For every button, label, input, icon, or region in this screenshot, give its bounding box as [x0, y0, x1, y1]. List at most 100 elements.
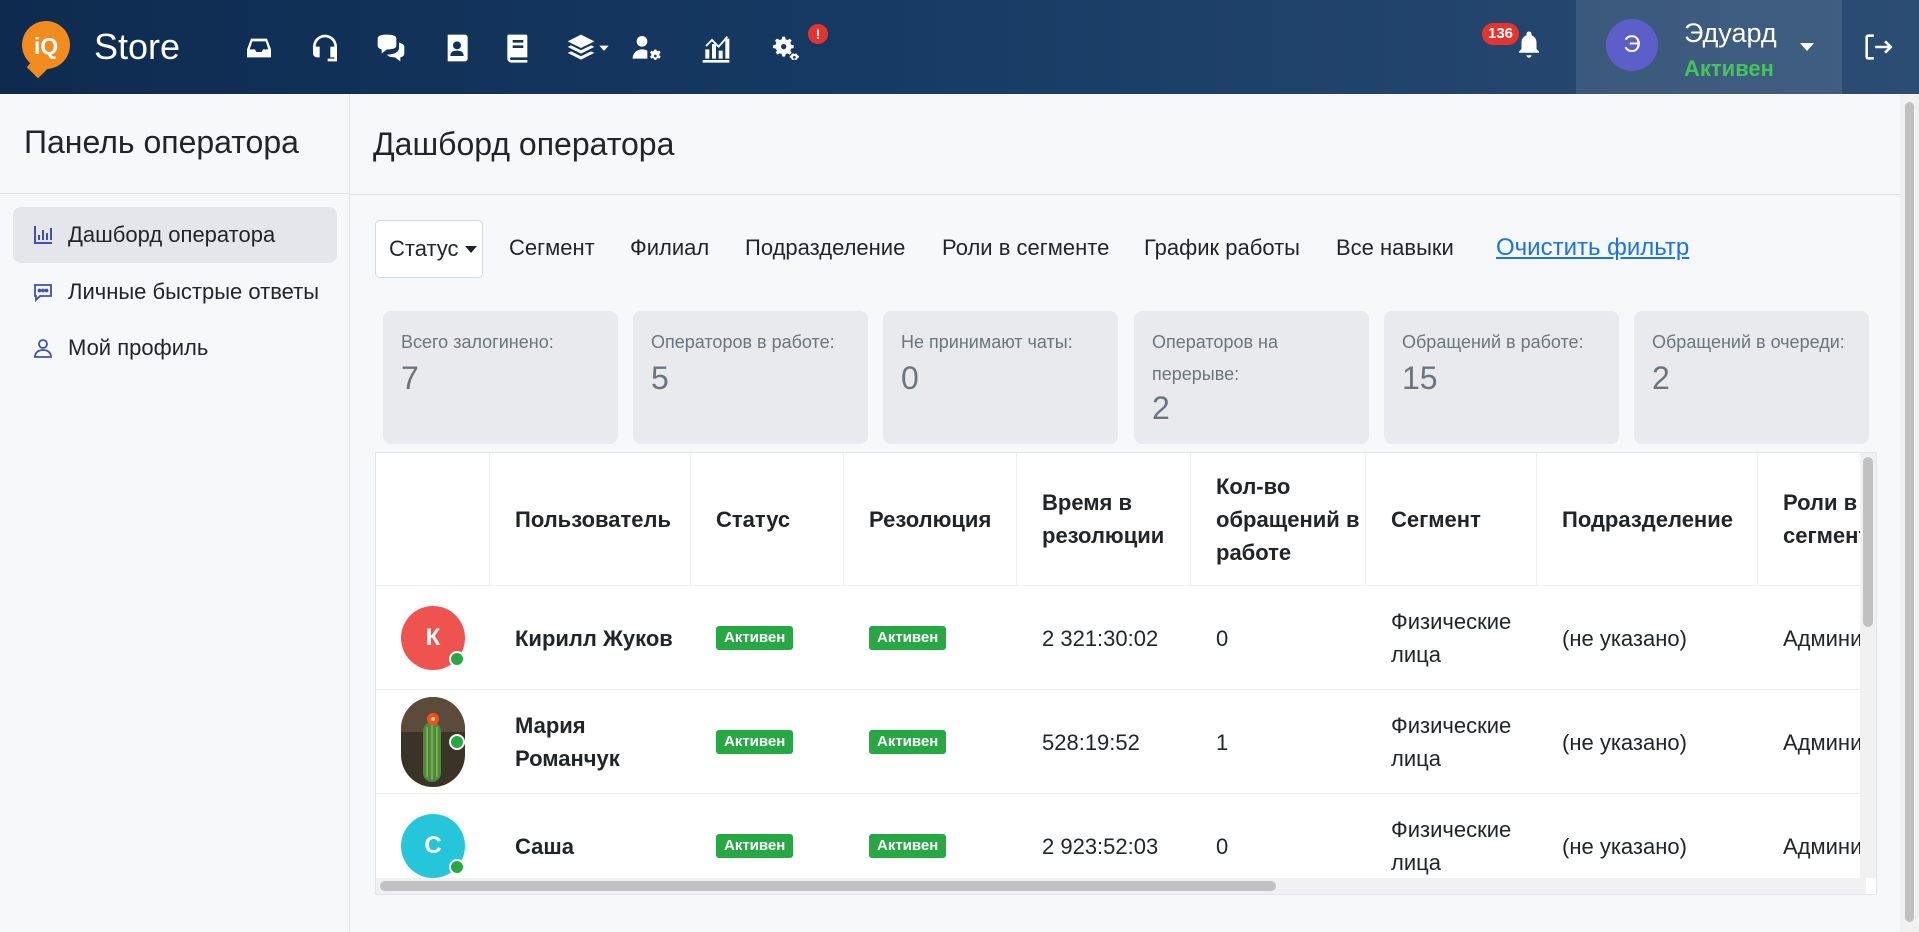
cell-department: (не указано) [1562, 625, 1687, 651]
scrollbar-thumb[interactable] [1905, 102, 1914, 922]
app-name: Store [94, 26, 181, 67]
sidebar-item-dashboard[interactable]: Дашборд оператора [13, 207, 337, 263]
logout-icon[interactable] [1860, 30, 1898, 66]
cell-status: Активен [691, 586, 844, 690]
operators-table: Пользователь Статус Резолюция Время в ре… [375, 452, 1877, 895]
cell-user: Мария Романчук [515, 713, 620, 771]
cell-segment: Физические лица [1391, 609, 1512, 667]
cell-status: Активен [691, 690, 844, 794]
online-status-dot [449, 651, 465, 667]
resolution-badge: Активен [869, 626, 947, 650]
user-name: Эдуард [1684, 18, 1777, 48]
stat-label: Всего залогинено: [401, 332, 554, 352]
stat-card-requests-queue: Обращений в очереди: 2 [1634, 311, 1869, 444]
resolution-badge: Активен [869, 730, 947, 754]
user-menu[interactable]: Э Эдуард Активен [1576, 0, 1842, 94]
status-badge: Активен [716, 730, 794, 754]
cell-user: Кирилл Жуков [515, 625, 673, 651]
scrollbar-thumb[interactable] [380, 881, 1276, 891]
alert-badge: ! [808, 24, 828, 44]
page-title: Дашборд оператора [373, 126, 675, 162]
table-horizontal-scrollbar[interactable] [376, 878, 1866, 894]
top-navbar: iQ Store ! 136 Э Эдуард Активен [0, 0, 1919, 94]
sidebar-item-label: Мой профиль [68, 335, 209, 360]
chat-dots-icon [34, 284, 52, 303]
column-header-segment[interactable]: Сегмент [1366, 453, 1537, 585]
online-status-dot [449, 859, 465, 875]
stat-label: Операторов на перерыве: [1152, 332, 1278, 384]
cell-requests-count: 1 [1216, 729, 1229, 755]
chart-icon[interactable] [698, 30, 734, 66]
stat-card-on-break: Операторов на перерыве: 2 [1134, 311, 1369, 444]
clear-filter-link[interactable]: Очистить фильтр [1496, 234, 1689, 262]
inbox-icon[interactable] [241, 30, 277, 66]
stat-value: 15 [1402, 360, 1438, 396]
column-header-department[interactable]: Подразделение [1537, 453, 1758, 585]
avatar: Э [1606, 19, 1658, 71]
sidebar-item-quick-replies[interactable]: Личные быстрые ответы [13, 264, 337, 320]
cell-resolution: Активен [844, 586, 1017, 690]
stat-card-logged-in: Всего залогинено: 7 [383, 311, 618, 444]
column-header-resolution[interactable]: Резолюция [844, 453, 1017, 585]
cell-resolution: Активен [844, 690, 1017, 794]
sidebar-item-label: Дашборд оператора [68, 222, 276, 247]
stat-label: Не принимают чаты: [901, 332, 1073, 352]
divider [0, 193, 350, 194]
sidebar-item-profile[interactable]: Мой профиль [13, 320, 337, 376]
table-vertical-scrollbar[interactable] [1860, 453, 1876, 878]
online-status-dot [449, 734, 465, 750]
chevron-down-icon[interactable] [596, 30, 612, 66]
column-header-avatar [376, 453, 490, 585]
user-settings-icon[interactable] [628, 30, 664, 66]
contacts-icon[interactable] [439, 30, 475, 66]
status-badge: Активен [716, 626, 794, 650]
page-scrollbar[interactable] [1900, 94, 1919, 932]
table-row[interactable]: Мария Романчук Активен Активен 528:19:52… [376, 689, 1866, 793]
book-icon[interactable] [500, 30, 536, 66]
column-header-requests-count[interactable]: Кол-во обращений в работе [1191, 453, 1366, 585]
filter-segment-roles[interactable]: Роли в сегменте [942, 235, 1109, 261]
filter-department[interactable]: Подразделение [745, 235, 905, 261]
sidebar-title: Панель оператора [24, 124, 299, 160]
user-status: Активен [1684, 56, 1774, 81]
user-icon [34, 339, 52, 358]
cell-requests-count: 0 [1216, 625, 1229, 651]
chart-bar-icon [34, 226, 52, 244]
stat-value: 0 [901, 360, 919, 396]
filter-branch[interactable]: Филиал [630, 235, 709, 261]
sidebar-item-label: Личные быстрые ответы [68, 279, 320, 304]
column-header-status[interactable]: Статус [691, 453, 844, 585]
filter-skills[interactable]: Все навыки [1336, 235, 1454, 261]
chevron-down-icon [1800, 43, 1814, 51]
stat-value: 2 [1152, 390, 1170, 426]
sidebar: Панель оператора Дашборд оператора Личны… [0, 94, 350, 932]
filter-status-dropdown[interactable]: Статус [375, 220, 483, 278]
stat-card-requests-working: Обращений в работе: 15 [1384, 311, 1619, 444]
status-badge: Активен [716, 834, 794, 858]
column-header-resolution-time[interactable]: Время в резолюции [1017, 453, 1191, 585]
headset-icon[interactable] [307, 30, 343, 66]
stat-label: Обращений в работе: [1402, 332, 1584, 352]
scrollbar-thumb[interactable] [1863, 457, 1873, 627]
cell-resolution-time: 528:19:52 [1042, 729, 1140, 755]
filter-schedule[interactable]: График работы [1144, 235, 1300, 261]
bell-icon[interactable] [1514, 28, 1544, 60]
cell-segment: Физические лица [1391, 713, 1512, 771]
gears-icon[interactable] [767, 30, 803, 66]
stat-label: Обращений в очереди: [1652, 332, 1845, 352]
filter-segment[interactable]: Сегмент [509, 235, 595, 261]
chat-icon[interactable] [373, 30, 409, 66]
chevron-down-icon [464, 245, 477, 253]
stat-value: 2 [1652, 360, 1670, 396]
stat-value: 5 [651, 360, 669, 396]
stat-value: 7 [401, 360, 419, 396]
cell-resolution-time: 2 321:30:02 [1042, 625, 1159, 651]
filter-status-label: Статус [389, 236, 459, 261]
app-logo[interactable]: iQ [22, 21, 72, 79]
layers-icon[interactable] [563, 30, 599, 66]
column-header-user[interactable]: Пользователь [490, 453, 691, 585]
stat-card-operators-working: Операторов в работе: 5 [633, 311, 868, 444]
cell-department: (не указано) [1562, 729, 1687, 755]
divider [350, 194, 1900, 195]
table-row[interactable]: К Кирилл Жуков Активен Активен 2 321:30:… [376, 585, 1866, 689]
